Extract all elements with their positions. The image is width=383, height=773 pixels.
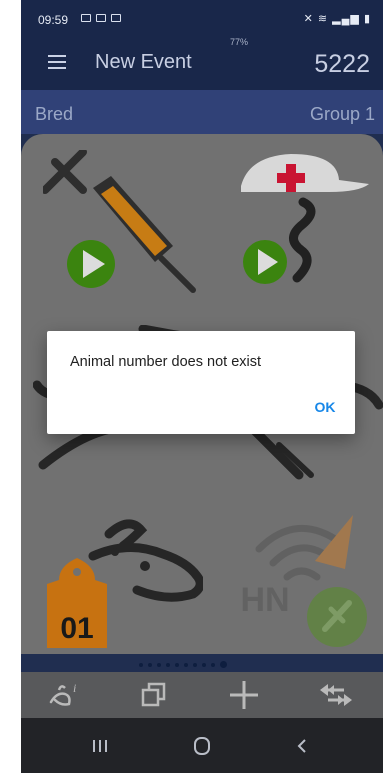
dialog-message: Animal number does not exist xyxy=(70,354,262,370)
alert-dialog: Animal number does not exist OK xyxy=(47,331,355,434)
ok-button[interactable]: OK xyxy=(301,389,349,425)
phone-screen: 09:59 ✕ ≋ ▂▄▆ ▮ New Event 77% 5222 Bred … xyxy=(21,0,383,773)
